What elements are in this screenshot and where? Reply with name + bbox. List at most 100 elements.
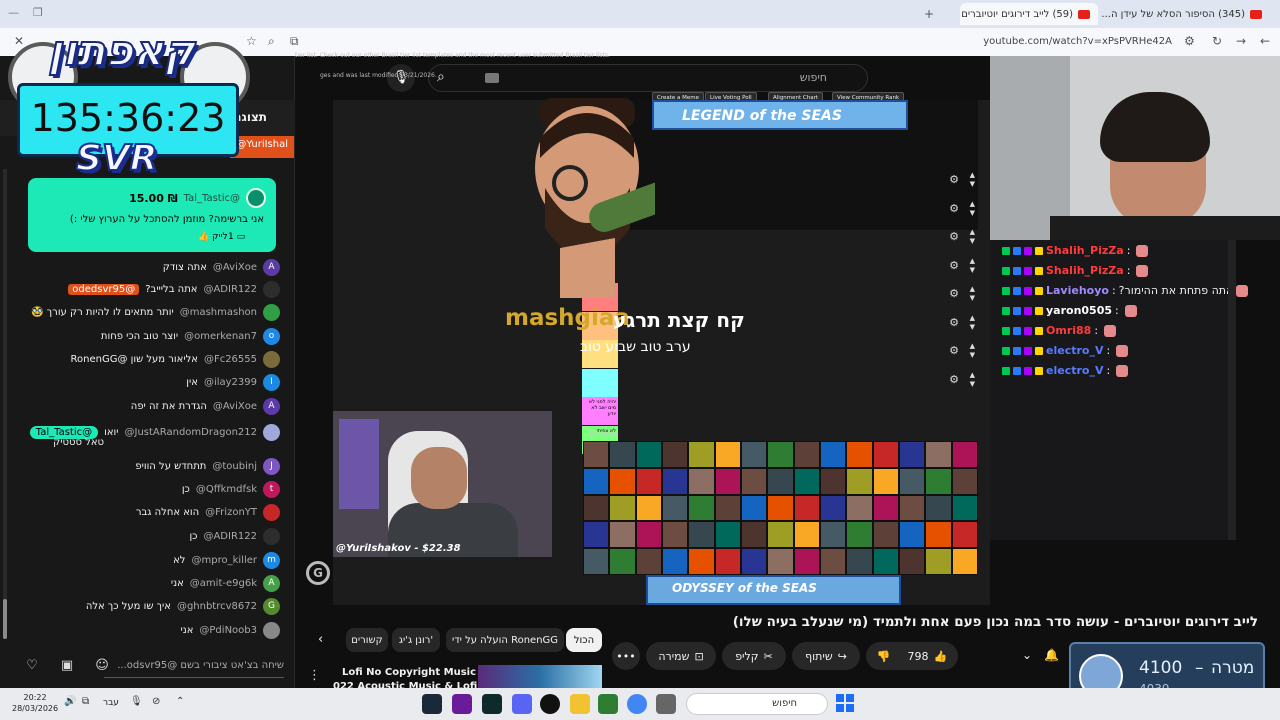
gear-icon[interactable]: ⚙ xyxy=(949,259,959,272)
recommended-video-thumbnail[interactable] xyxy=(478,665,602,690)
youtuber-thumbnail[interactable] xyxy=(609,521,636,549)
chat-username[interactable]: @ADIR122 xyxy=(203,284,257,295)
chat-username[interactable]: @ADIR122 xyxy=(203,531,257,542)
youtuber-thumbnail[interactable] xyxy=(899,521,926,549)
like-icon[interactable]: 👍 xyxy=(934,650,948,663)
youtuber-thumbnail[interactable] xyxy=(899,467,926,495)
avatar[interactable] xyxy=(263,424,280,441)
youtuber-thumbnail[interactable] xyxy=(741,467,768,495)
reorder-arrows-icon[interactable]: ▲ ▼ xyxy=(970,257,975,275)
avatar[interactable]: I xyxy=(263,374,280,391)
youtuber-thumbnail[interactable] xyxy=(662,494,689,522)
bell-icon[interactable]: 🔔 xyxy=(1044,648,1059,662)
youtuber-thumbnail[interactable] xyxy=(767,441,794,468)
currency-icon[interactable]: ▣ xyxy=(57,658,77,676)
youtuber-thumbnail[interactable] xyxy=(951,467,978,495)
close-icon[interactable]: ✕ xyxy=(14,34,24,48)
avatar[interactable]: J xyxy=(263,458,280,475)
pinned-user-tag[interactable]: @YuriIshal xyxy=(230,136,294,158)
chrome-icon[interactable] xyxy=(627,694,647,714)
youtuber-thumbnail[interactable] xyxy=(635,441,662,468)
youtuber-thumbnail[interactable] xyxy=(846,441,873,468)
browser-tab-active[interactable]: (59) לייב דירוגים יוטיוברים (מ... ✕ xyxy=(960,3,1098,25)
chat-message[interactable]: G @ghnbtrcv8672 איך שו מעל כך אלה xyxy=(86,598,280,615)
youtuber-thumbnail[interactable] xyxy=(714,494,741,522)
discord-icon[interactable] xyxy=(512,694,532,714)
youtuber-thumbnail[interactable] xyxy=(872,467,899,495)
restore-icon[interactable]: ❐ xyxy=(33,6,43,19)
youtuber-thumbnail[interactable] xyxy=(662,441,689,468)
avatar[interactable]: A xyxy=(263,259,280,276)
youtuber-thumbnail[interactable] xyxy=(925,494,952,522)
reload-icon[interactable]: ↻ xyxy=(1212,34,1222,48)
youtuber-thumbnail[interactable] xyxy=(925,548,952,575)
language-indicator[interactable]: עבר xyxy=(103,698,119,708)
youtuber-thumbnail[interactable] xyxy=(767,494,794,522)
wifi-off-icon[interactable]: ⊘ xyxy=(152,696,160,707)
youtuber-thumbnail[interactable] xyxy=(820,521,847,549)
file-explorer-icon[interactable] xyxy=(570,694,590,714)
youtuber-thumbnail[interactable] xyxy=(741,521,768,549)
search-icon[interactable]: ⌕ xyxy=(437,69,463,87)
browser-tab[interactable]: (345) הסיפור הסלא של עידן ה... ✕ xyxy=(1100,3,1270,25)
chat-username[interactable]: @Qffkmdfsk xyxy=(196,484,257,495)
youtuber-thumbnail[interactable] xyxy=(583,521,610,549)
avatar[interactable] xyxy=(263,351,280,368)
chat-username[interactable]: @toubinj xyxy=(212,461,257,472)
reorder-arrows-icon[interactable]: ▲ ▼ xyxy=(970,342,975,360)
more-options-icon[interactable]: ⋮ xyxy=(308,668,321,683)
youtuber-thumbnail[interactable] xyxy=(820,548,847,575)
reorder-arrows-icon[interactable]: ▲ ▼ xyxy=(970,371,975,389)
app-icon[interactable] xyxy=(482,694,502,714)
clip-button[interactable]: קליפ ✂ xyxy=(722,642,786,670)
superchat-user[interactable]: @Tal_Tastic xyxy=(184,193,240,204)
reorder-arrows-icon[interactable]: ▲ ▼ xyxy=(970,200,975,218)
chat-message[interactable]: t @Qffkmdfsk כן xyxy=(182,481,280,498)
youtuber-thumbnail[interactable] xyxy=(846,467,873,495)
chat-message[interactable]: @PdiNoob3 אני xyxy=(180,622,280,639)
chat-input[interactable]: שיחה בצ'אט ציבורי בשם @odsvr95... xyxy=(104,656,284,678)
youtuber-thumbnail[interactable] xyxy=(899,548,926,575)
gear-icon[interactable]: ⚙ xyxy=(949,316,959,329)
youtuber-thumbnail[interactable] xyxy=(793,521,820,549)
avatar[interactable]: A xyxy=(263,575,280,592)
chevron-down-icon[interactable]: ⌄ xyxy=(1022,648,1032,662)
avatar[interactable]: o xyxy=(263,328,280,345)
gear-icon[interactable]: ⚙ xyxy=(949,202,959,215)
chat-username[interactable]: @JustARandomDragon212 xyxy=(125,427,258,438)
youtuber-thumbnail[interactable] xyxy=(714,467,741,495)
app-icon[interactable] xyxy=(598,694,618,714)
youtuber-thumbnail[interactable] xyxy=(951,521,978,549)
gear-icon[interactable]: ⚙ xyxy=(949,373,959,386)
url-field[interactable]: youtube.com/watch?v=xPsPVRHe42A xyxy=(983,36,1172,47)
chat-username[interactable]: @AviXoe xyxy=(213,401,257,412)
avatar[interactable]: t xyxy=(263,481,280,498)
superchat-card[interactable]: @Tal_Tastic ₪ 15.00 אני ברשימה? מוזמן לה… xyxy=(28,178,276,252)
chat-scrollbar[interactable] xyxy=(3,169,7,639)
chat-message[interactable]: @ADIR122 אתה בליייב? @odedsvr95 xyxy=(68,281,280,298)
gear-icon[interactable]: ⚙ xyxy=(949,344,959,357)
new-tab-icon[interactable]: + xyxy=(924,7,934,21)
avatar[interactable]: G xyxy=(263,598,280,615)
youtuber-thumbnail[interactable] xyxy=(714,441,741,468)
avatar[interactable] xyxy=(263,528,280,545)
chat-message[interactable]: I @ilay2399 אין xyxy=(186,374,280,391)
network-icon[interactable]: ⧉ xyxy=(82,696,89,707)
task-view-icon[interactable] xyxy=(656,694,676,714)
youtuber-thumbnail[interactable] xyxy=(714,548,741,575)
youtuber-thumbnail[interactable] xyxy=(951,441,978,468)
share-button[interactable]: שיתוף ↪ xyxy=(792,642,860,670)
chat-message[interactable]: @ADIR122 כן xyxy=(189,528,280,545)
chip-ronen[interactable]: רונן ג'יג' xyxy=(392,628,440,652)
youtuber-thumbnail[interactable] xyxy=(609,467,636,495)
chat-message[interactable]: A @AviXoe הגדרת את זה יפה xyxy=(131,398,280,415)
forward-icon[interactable]: → xyxy=(1236,34,1246,48)
chat-username[interactable]: @Fc26555 xyxy=(204,354,257,365)
chat-username[interactable]: @mashmashon xyxy=(180,307,257,318)
chat-username[interactable]: @mpro_killer xyxy=(192,555,258,566)
youtuber-thumbnail[interactable] xyxy=(846,494,873,522)
avatar[interactable] xyxy=(263,304,280,321)
youtuber-thumbnail[interactable] xyxy=(846,548,873,575)
reorder-arrows-icon[interactable]: ▲ ▼ xyxy=(970,314,975,332)
youtuber-thumbnail[interactable] xyxy=(688,441,715,468)
